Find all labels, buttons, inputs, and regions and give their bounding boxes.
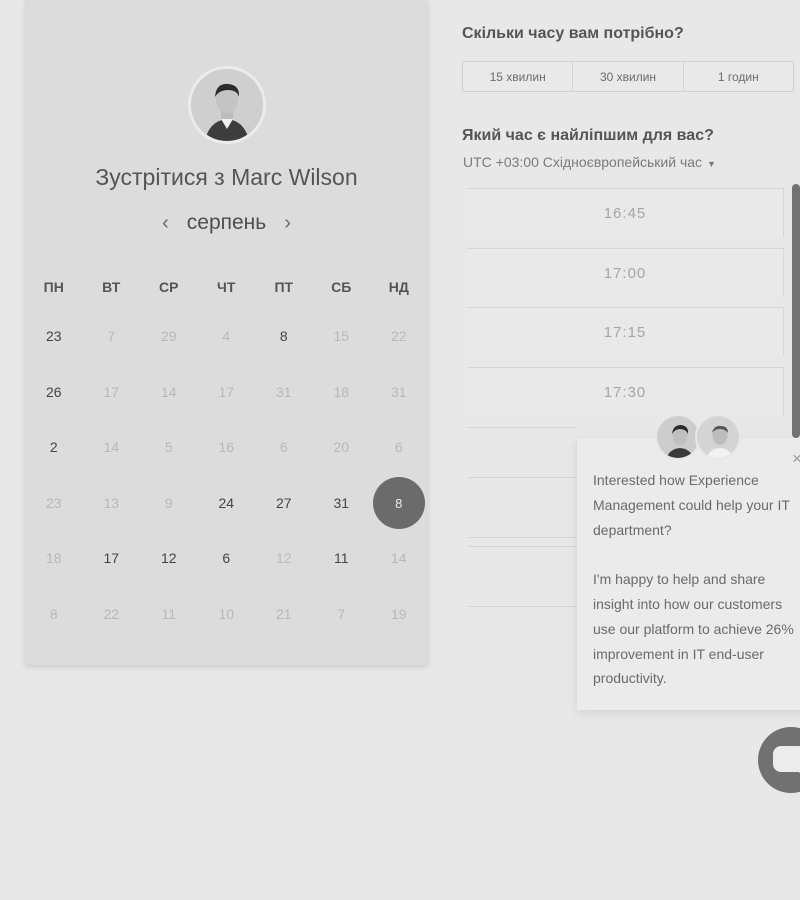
calendar-day: 31 xyxy=(390,384,407,400)
weekday-label: ПН xyxy=(43,279,64,295)
calendar-day: 7 xyxy=(107,328,116,344)
duration-question: Скільки часу вам потрібно? xyxy=(462,25,684,42)
calendar-week: 23 7 29 4 8 15 22 xyxy=(25,321,428,351)
weekday-label: СБ xyxy=(331,279,352,295)
duration-selector: 15 хвилин 30 хвилин 1 годин xyxy=(462,61,794,92)
weekday-label: СР xyxy=(159,279,179,295)
selected-calendar-day[interactable]: 8 xyxy=(370,488,428,518)
calendar-day: 7 xyxy=(337,606,346,622)
calendar-day[interactable]: 31 xyxy=(313,488,371,518)
calendar-day: 4 xyxy=(222,328,231,344)
divider xyxy=(467,427,577,428)
calendar-day[interactable]: 2 xyxy=(25,432,83,462)
calendar-week: 23 13 9 24 27 31 8 xyxy=(25,488,428,518)
next-month-button[interactable]: › xyxy=(284,211,291,235)
calendar-day[interactable]: 6 xyxy=(198,543,256,573)
timezone-label: UTC +03:00 Східноєвропейський час xyxy=(463,154,703,170)
calendar-day: 10 xyxy=(218,606,235,622)
calendar-week: 8 22 11 10 21 7 19 xyxy=(25,599,428,629)
close-icon[interactable]: × xyxy=(792,449,800,469)
calendar-day: 14 xyxy=(103,439,120,455)
calendar-day: 15 xyxy=(333,328,350,344)
time-slot[interactable]: 16:45 xyxy=(467,188,784,237)
host-avatar xyxy=(188,66,266,144)
calendar-day: 17 xyxy=(103,384,120,400)
calendar-day: 18 xyxy=(45,550,62,566)
chat-agent-avatars xyxy=(655,414,745,462)
chat-message: Interested how Experience Management cou… xyxy=(593,468,800,716)
calendar-day[interactable]: 24 xyxy=(198,488,256,518)
divider xyxy=(467,546,577,547)
weekday-label: ЧТ xyxy=(217,279,236,295)
calendar-day: 16 xyxy=(218,439,235,455)
calendar-day: 6 xyxy=(279,439,288,455)
calendar-day: 5 xyxy=(164,439,173,455)
duration-option-30min[interactable]: 30 хвилин xyxy=(573,62,684,91)
chat-message-intro: Interested how Experience Management cou… xyxy=(593,472,790,538)
calendar-day: 18 xyxy=(333,384,350,400)
weekday-label: ВТ xyxy=(102,279,121,295)
time-question: Який час є найліпшим для вас? xyxy=(462,127,714,144)
chat-message-body: I'm happy to help and share insight into… xyxy=(593,571,794,687)
timezone-selector[interactable]: UTC +03:00 Східноєвропейський час ▼ xyxy=(463,154,716,170)
calendar-day: 6 xyxy=(394,439,403,455)
calendar-day: 22 xyxy=(103,606,120,622)
calendar-day: 14 xyxy=(390,550,407,566)
selected-day-number: 8 xyxy=(395,495,403,511)
month-label: серпень xyxy=(186,211,267,234)
caret-down-icon: ▼ xyxy=(707,159,716,169)
calendar-day: 8 xyxy=(49,606,58,622)
calendar-day[interactable]: 23 xyxy=(25,321,83,351)
chat-bubble-tail xyxy=(795,767,800,777)
weekday-label: НД xyxy=(388,279,409,295)
divider xyxy=(467,606,577,607)
calendar-week: 26 17 14 17 31 18 31 xyxy=(25,377,428,407)
month-navigation: ‹ серпень › xyxy=(25,211,428,235)
calendar-day[interactable]: 17 xyxy=(83,543,141,573)
calendar-day: 22 xyxy=(390,328,407,344)
time-slot-scrollbar[interactable] xyxy=(792,184,800,438)
calendar-day: 20 xyxy=(333,439,350,455)
calendar-day[interactable]: 27 xyxy=(255,488,313,518)
calendar-day[interactable]: 26 xyxy=(25,377,83,407)
calendar-day[interactable]: 11 xyxy=(313,543,371,573)
agent-avatar xyxy=(695,414,741,460)
calendar-day: 23 xyxy=(45,495,62,511)
calendar-week: 18 17 12 6 12 11 14 xyxy=(25,543,428,573)
meeting-title: Зустрітися з Marc Wilson xyxy=(95,164,358,190)
chat-launcher-button[interactable] xyxy=(758,727,800,793)
calendar-day: 21 xyxy=(275,606,292,622)
prev-month-button[interactable]: ‹ xyxy=(162,211,169,235)
time-slot[interactable]: 17:00 xyxy=(467,248,784,297)
divider xyxy=(467,477,577,478)
weekday-header: ПН ВТ СР ЧТ ПТ СБ НД xyxy=(25,272,428,302)
calendar-day: 9 xyxy=(164,495,173,511)
calendar-week: 2 14 5 16 6 20 6 xyxy=(25,432,428,462)
divider xyxy=(467,537,577,538)
calendar-day: 19 xyxy=(390,606,407,622)
duration-option-15min[interactable]: 15 хвилин xyxy=(463,62,574,91)
calendar-day: 31 xyxy=(275,384,292,400)
calendar-day: 11 xyxy=(161,606,177,622)
calendar-day[interactable]: 12 xyxy=(140,543,198,573)
calendar-day: 14 xyxy=(160,384,177,400)
calendar-day: 29 xyxy=(160,328,177,344)
time-slot[interactable]: 17:15 xyxy=(467,307,784,356)
calendar-day: 13 xyxy=(103,495,120,511)
time-slot[interactable]: 17:30 xyxy=(467,367,784,416)
calendar-day: 12 xyxy=(275,550,292,566)
duration-option-1hour[interactable]: 1 годин xyxy=(684,62,793,91)
weekday-label: ПТ xyxy=(274,279,294,295)
calendar-day[interactable]: 8 xyxy=(255,321,313,351)
calendar-day: 17 xyxy=(218,384,235,400)
